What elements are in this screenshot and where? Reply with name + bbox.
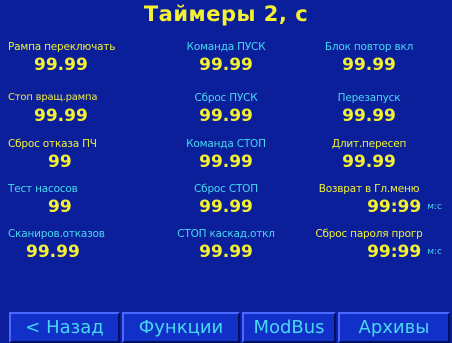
page-title: Таймеры 2, с	[143, 2, 309, 26]
timer-value[interactable]: 99.99	[151, 241, 301, 263]
timer-value[interactable]: 99.99	[151, 105, 301, 127]
timer-label: Сканиров.отказов	[8, 228, 105, 240]
timer-label: Тест насосов	[8, 183, 78, 195]
timer-label: Рампа переключать	[8, 41, 116, 53]
unit-label: м:с	[427, 247, 442, 257]
timer-value[interactable]: 99.99	[294, 151, 444, 173]
timer-label: Сброс СТОП	[194, 183, 258, 195]
back-button[interactable]: < Назад	[9, 312, 120, 343]
timer-start-reset[interactable]: Сброс ПУСК 99.99	[151, 91, 301, 127]
timer-value[interactable]: 99.99	[8, 105, 158, 127]
unit-label: м:с	[427, 202, 442, 212]
timer-value-text[interactable]: 99:99	[367, 242, 421, 262]
timer-value[interactable]: 99:99 м:с	[294, 196, 444, 218]
timer-label: Сброс пароля прогр	[315, 228, 423, 240]
timer-stop-reset[interactable]: Сброс СТОП 99.99	[151, 182, 301, 218]
timer-label: Сброс отказа ПЧ	[8, 138, 97, 150]
timer-restart-block[interactable]: Блок повтор вкл 99.99	[294, 40, 444, 76]
timer-fault-scan[interactable]: Сканиров.отказов 99.99	[8, 227, 158, 263]
timer-main-menu-return[interactable]: Возврат в Гл.меню 99:99 м:с	[294, 182, 444, 218]
modbus-button[interactable]: ModBus	[242, 312, 336, 343]
timer-label: Блок повтор вкл	[324, 41, 414, 53]
timer-value[interactable]: 99.99	[151, 151, 301, 173]
timer-label: Длит.пересеп	[331, 138, 407, 150]
timer-value[interactable]: 99.99	[8, 54, 158, 76]
timer-value[interactable]: 99.99	[151, 196, 301, 218]
timer-value[interactable]: 99	[8, 196, 158, 218]
timer-value[interactable]: 99.99	[151, 54, 301, 76]
timer-value-text[interactable]: 99:99	[367, 197, 421, 217]
timer-value[interactable]: 99.99	[294, 105, 444, 127]
timer-label: Стоп вращ.рампа	[8, 92, 98, 103]
timer-changeover-duration[interactable]: Длит.пересеп 99.99	[294, 137, 444, 173]
timer-value[interactable]: 99	[8, 151, 158, 173]
timer-label: Перезапуск	[337, 92, 401, 104]
timer-value[interactable]: 99.99	[294, 54, 444, 76]
timer-label: Возврат в Гл.меню	[318, 183, 420, 195]
functions-button[interactable]: Функции	[122, 312, 240, 343]
timer-ramp-switch[interactable]: Рампа переключать 99.99	[8, 40, 158, 76]
timer-restart[interactable]: Перезапуск 99.99	[294, 91, 444, 127]
timer-label: Команда ПУСК	[186, 41, 266, 53]
archives-button[interactable]: Архивы	[338, 312, 450, 343]
timer-stop-ramp[interactable]: Стоп вращ.рампа 99.99	[8, 91, 158, 127]
timer-program-password-reset[interactable]: Сброс пароля прогр 99:99 м:с	[294, 227, 444, 263]
timer-label: СТОП каскад.откл	[177, 228, 275, 240]
timer-value[interactable]: 99:99 м:с	[294, 241, 444, 263]
timer-vfd-fault-reset[interactable]: Сброс отказа ПЧ 99	[8, 137, 158, 173]
timer-stop-cascade-off[interactable]: СТОП каскад.откл 99.99	[151, 227, 301, 263]
timer-value[interactable]: 99.99	[8, 241, 158, 263]
timer-stop-command[interactable]: Команда СТОП 99.99	[151, 137, 301, 173]
timer-label: Сброс ПУСК	[194, 92, 258, 104]
timer-start-command[interactable]: Команда ПУСК 99.99	[151, 40, 301, 76]
timer-label: Команда СТОП	[186, 138, 266, 150]
timer-pump-test[interactable]: Тест насосов 99	[8, 182, 158, 218]
